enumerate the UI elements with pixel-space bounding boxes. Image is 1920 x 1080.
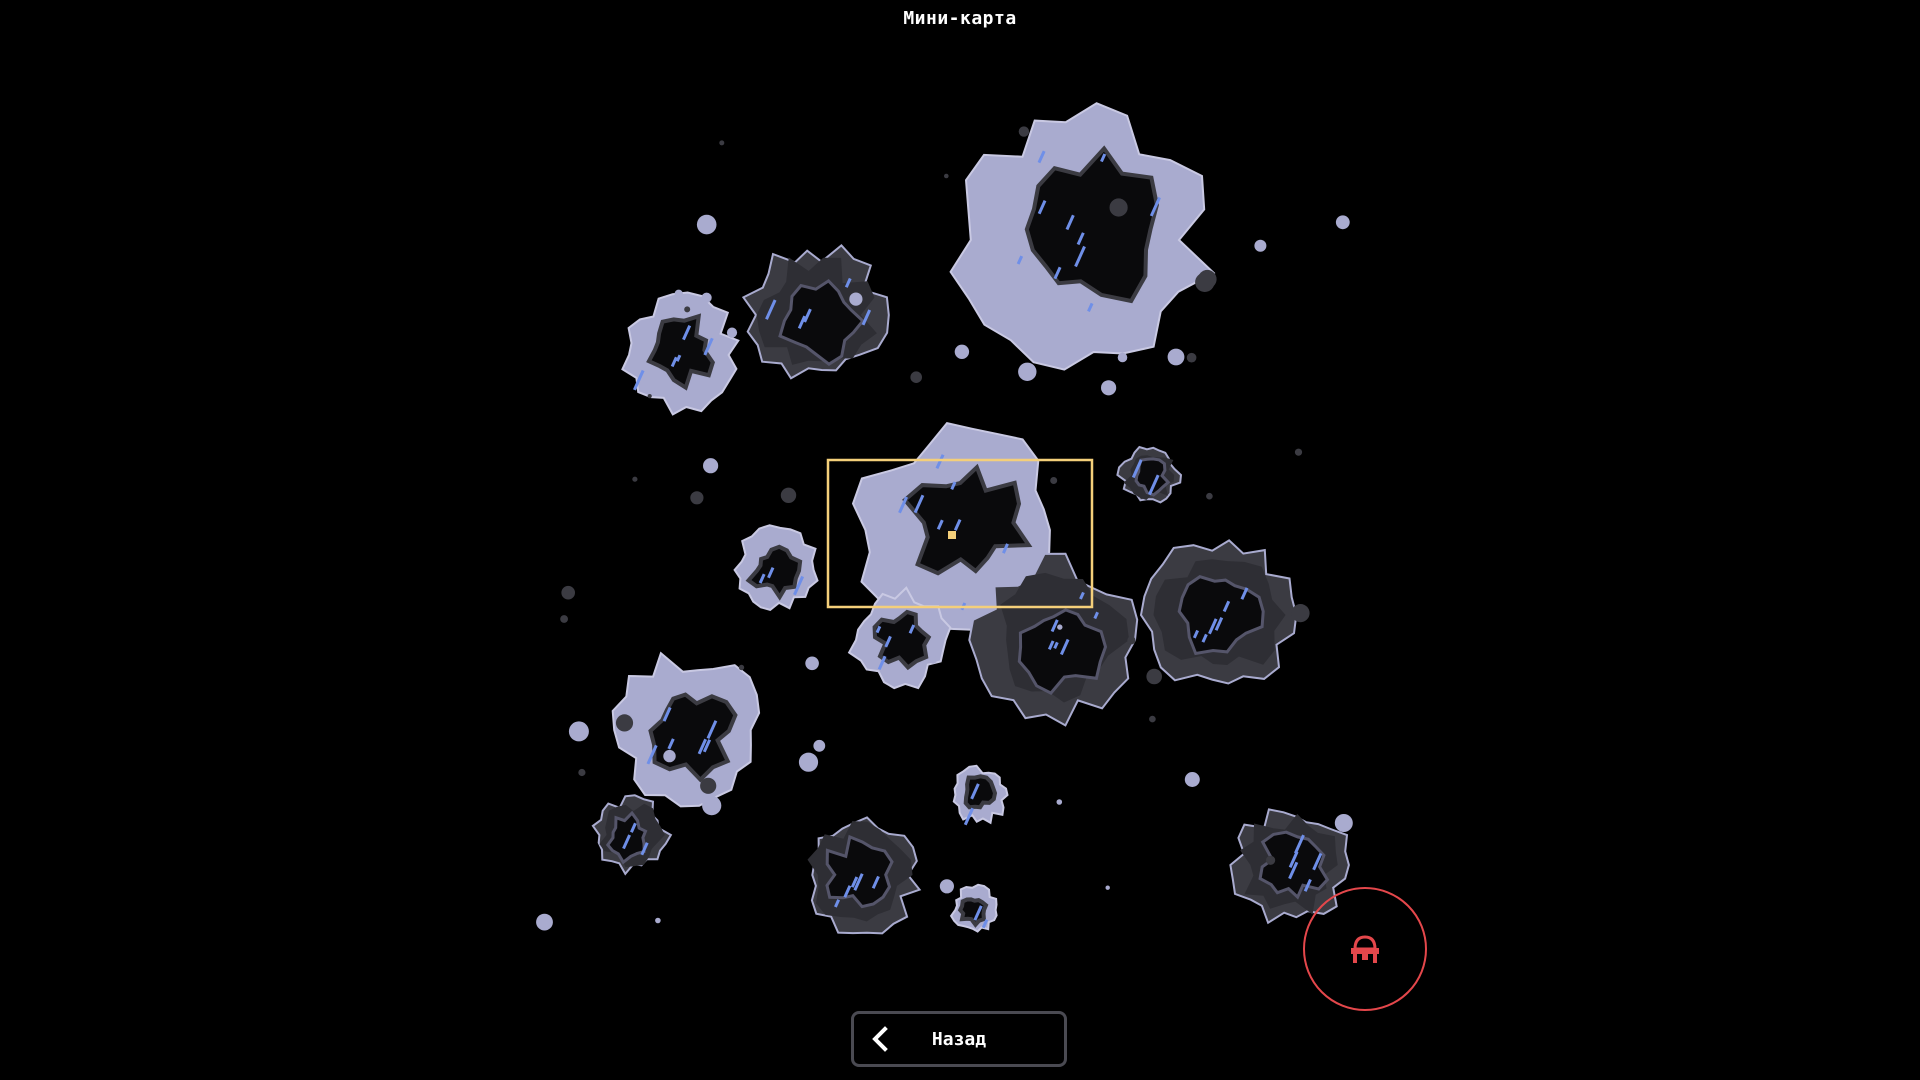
debris-chunk	[780, 487, 797, 503]
debris-chunk	[1167, 348, 1185, 366]
asteroid-core	[957, 897, 989, 928]
debris-chunk	[1101, 380, 1117, 396]
debris-chunk	[1186, 352, 1197, 363]
debris-chunk	[944, 173, 949, 179]
minimap-screen: Мини-карта Назад	[0, 0, 1920, 1080]
debris-chunk	[647, 394, 652, 399]
debris-chunk	[696, 214, 717, 235]
debris-chunk	[1117, 352, 1128, 363]
unit-locate-button[interactable]	[1303, 887, 1427, 1011]
debris-chunk	[690, 491, 704, 505]
debris-chunk	[719, 140, 725, 146]
back-button[interactable]: Назад	[851, 1011, 1067, 1067]
debris-chunk	[1057, 624, 1063, 630]
debris-chunk	[726, 327, 738, 338]
debris-chunk	[568, 721, 589, 742]
minimap-canvas[interactable]	[0, 0, 1920, 1080]
debris-chunk	[702, 796, 722, 816]
debris-chunk	[813, 739, 826, 752]
debris-chunk	[929, 655, 938, 664]
debris-chunk	[805, 656, 819, 671]
asteroid-core	[963, 774, 998, 810]
debris-chunk	[1291, 604, 1310, 623]
debris-chunk	[561, 585, 575, 600]
debris-chunk	[939, 879, 955, 894]
debris-chunk	[701, 292, 712, 303]
debris-chunk	[1105, 885, 1110, 890]
chevron-left-icon	[872, 1026, 888, 1052]
debris-chunk	[703, 458, 719, 474]
debris-chunk	[1195, 272, 1215, 292]
debris-chunk	[954, 344, 970, 359]
debris-chunk	[700, 777, 717, 794]
debris-chunk	[578, 768, 586, 777]
debris-chunk	[1018, 362, 1037, 381]
debris-chunk	[1050, 477, 1058, 484]
mech-unit-icon	[1351, 935, 1379, 963]
back-button-label: Назад	[931, 1028, 987, 1050]
debris-chunk	[684, 306, 691, 313]
debris-chunk	[655, 917, 661, 924]
debris-chunk	[536, 913, 553, 931]
debris-chunk	[1146, 668, 1162, 685]
debris-chunk	[1109, 198, 1128, 217]
debris-chunk	[1266, 855, 1276, 865]
debris-chunk	[1018, 126, 1030, 137]
debris-chunk	[910, 371, 922, 384]
debris-chunk	[674, 289, 683, 298]
debris-chunk	[1254, 239, 1267, 252]
debris-chunk	[560, 615, 568, 623]
debris-chunk	[849, 292, 863, 306]
debris-chunk	[1334, 814, 1353, 832]
debris-chunk	[1294, 448, 1303, 456]
debris-chunk	[663, 749, 676, 763]
player-marker	[948, 531, 956, 539]
debris-chunk	[1206, 492, 1213, 500]
debris-chunk	[738, 664, 745, 671]
debris-chunk	[1335, 215, 1350, 230]
debris-chunk	[798, 752, 819, 772]
debris-chunk	[632, 476, 638, 482]
debris-chunk	[615, 714, 634, 732]
debris-chunk	[1127, 636, 1136, 645]
debris-chunk	[1149, 715, 1156, 723]
debris-chunk	[1184, 772, 1200, 787]
debris-chunk	[1056, 799, 1063, 805]
